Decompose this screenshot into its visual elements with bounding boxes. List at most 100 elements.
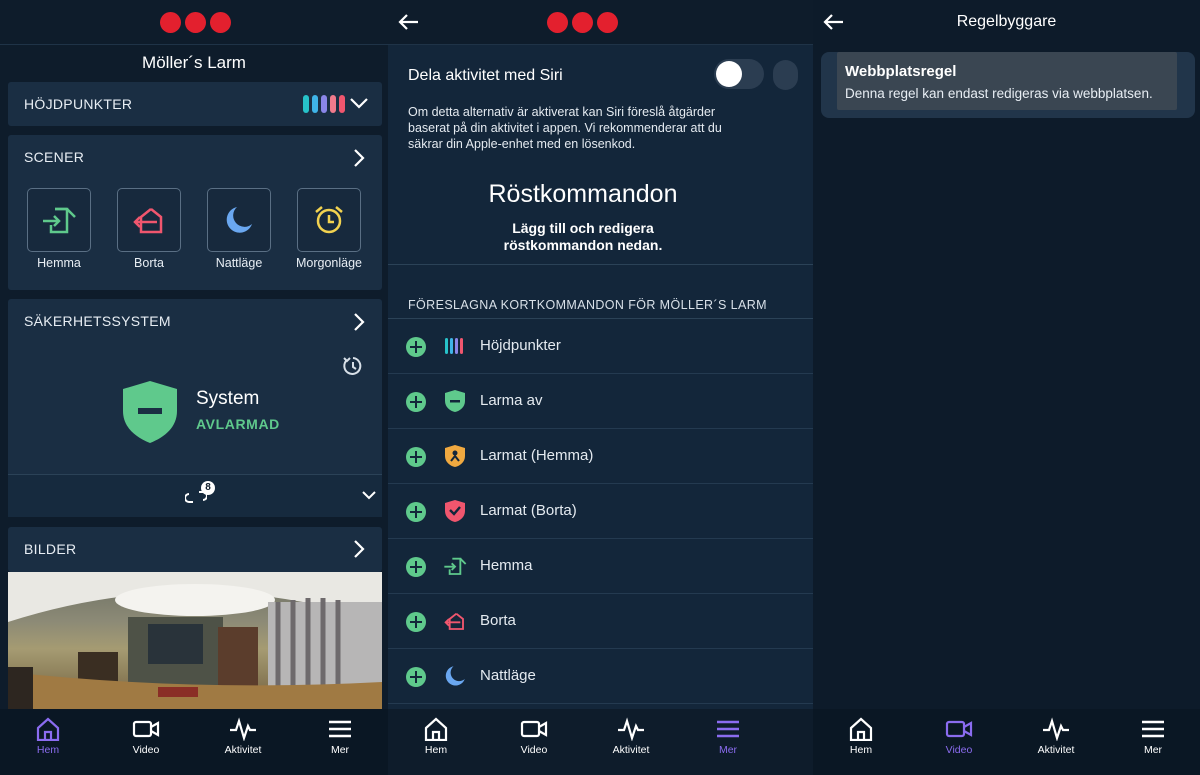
system-state: AVLARMAD: [196, 416, 280, 432]
scene-label: Nattläge: [215, 256, 263, 270]
tab-video[interactable]: Video: [499, 717, 569, 756]
tab-mer[interactable]: Mer: [305, 717, 375, 756]
scene-borta-button[interactable]: Borta: [117, 188, 181, 270]
top-bar: [388, 0, 813, 45]
security-card: SÄKERHETSSYSTEM System AVLARMAD 8: [8, 299, 382, 517]
shortcut-row[interactable]: Hemma: [388, 539, 813, 594]
scene-nattlage-button[interactable]: Nattläge: [207, 188, 271, 270]
tab-bar: Hem Video Aktivitet Mer: [813, 709, 1200, 775]
brand-logo: [547, 12, 618, 33]
activity-icon: [230, 717, 256, 741]
shortcut-row[interactable]: Nattläge: [388, 649, 813, 704]
chevron-down-icon[interactable]: [350, 97, 368, 109]
alarm-clock-icon: [297, 188, 361, 252]
add-icon[interactable]: [406, 557, 426, 577]
rule-card[interactable]: Webbplatsregel Denna regel kan endast re…: [821, 52, 1195, 118]
shield-away-icon: [445, 500, 465, 522]
add-icon[interactable]: [406, 667, 426, 687]
security-label: SÄKERHETSSYSTEM: [24, 313, 171, 329]
shield-disarm-icon: [123, 381, 177, 443]
tab-hem[interactable]: Hem: [13, 717, 83, 756]
rule-builder-screen: Regelbyggare Webbplatsregel Denna regel …: [813, 0, 1200, 775]
highlights-icon: [445, 338, 463, 354]
divider: [388, 264, 813, 265]
history-icon[interactable]: [342, 355, 364, 377]
shortcut-row[interactable]: Larma av: [388, 374, 813, 429]
voice-commands-title: Röstkommandon: [488, 180, 678, 208]
scenes-label: SCENER: [24, 149, 85, 165]
tab-mer[interactable]: Mer: [1118, 717, 1188, 756]
home-leave-icon: [444, 612, 464, 630]
highlights-card[interactable]: HÖJDPUNKTER: [8, 82, 382, 126]
rule-description: Denna regel kan endast redigeras via web…: [845, 86, 1153, 101]
home-leave-icon: [117, 188, 181, 252]
back-arrow-icon[interactable]: [396, 8, 424, 36]
tab-aktivitet[interactable]: Aktivitet: [596, 717, 666, 756]
activity-icon: [1043, 717, 1069, 741]
tab-video[interactable]: Video: [924, 717, 994, 756]
tab-bar: Hem Video Aktivitet Mer: [0, 709, 388, 775]
siri-toggle[interactable]: [714, 59, 764, 89]
linked-devices-row[interactable]: 8: [8, 475, 382, 517]
images-label: BILDER: [24, 541, 77, 557]
video-icon: [132, 720, 160, 738]
menu-icon: [329, 720, 351, 738]
tab-bar: Hem Video Aktivitet Mer: [388, 709, 813, 775]
scene-label: Hemma: [37, 256, 81, 270]
page-title: Regelbyggare: [956, 13, 1057, 30]
images-card[interactable]: BILDER: [8, 527, 382, 572]
brand-logo: [160, 12, 231, 33]
link-count-badge: 8: [201, 481, 215, 495]
home-icon: [424, 717, 448, 741]
home-icon: [36, 717, 60, 741]
video-icon: [945, 720, 973, 738]
menu-icon: [717, 720, 739, 738]
siri-settings-screen: Dela aktivitet med Siri Om detta alterna…: [388, 0, 813, 775]
moon-icon: [207, 188, 271, 252]
chevron-right-icon[interactable]: [352, 149, 366, 167]
chevron-right-icon[interactable]: [352, 540, 366, 558]
add-icon[interactable]: [406, 447, 426, 467]
shield-home-icon: [445, 445, 465, 467]
tab-video[interactable]: Video: [111, 717, 181, 756]
home-screen: Möller´s Larm HÖJDPUNKTER SCENER Hemma B…: [0, 0, 388, 775]
shield-disarm-icon: [445, 390, 465, 412]
chevron-right-icon[interactable]: [352, 313, 366, 331]
scene-morgonlage-button[interactable]: Morgonläge: [296, 188, 362, 270]
home-icon: [849, 717, 873, 741]
highlights-label: HÖJDPUNKTER: [24, 96, 133, 112]
shortcut-row[interactable]: Borta: [388, 594, 813, 649]
camera-snapshot[interactable]: [8, 572, 382, 712]
shortcut-row[interactable]: Larmat (Borta): [388, 484, 813, 539]
top-bar: Regelbyggare: [813, 0, 1200, 45]
scenes-card: SCENER Hemma Borta Nattläge Morgonläge: [8, 135, 382, 290]
home-arrive-icon: [27, 188, 91, 252]
add-icon[interactable]: [406, 392, 426, 412]
tab-aktivitet[interactable]: Aktivitet: [208, 717, 278, 756]
highlights-icon: [303, 95, 345, 113]
rule-info-box: Webbplatsregel Denna regel kan endast re…: [837, 52, 1177, 110]
scene-label: Morgonläge: [295, 256, 362, 270]
activity-icon: [618, 717, 644, 741]
tab-hem[interactable]: Hem: [401, 717, 471, 756]
tab-aktivitet[interactable]: Aktivitet: [1021, 717, 1091, 756]
siri-toggle-label: Dela aktivitet med Siri: [408, 67, 563, 84]
page-title: Möller´s Larm: [142, 53, 246, 72]
moon-icon: [445, 666, 465, 686]
shortcut-row[interactable]: Larmat (Hemma): [388, 429, 813, 484]
top-bar: [0, 0, 388, 45]
chevron-down-icon[interactable]: [362, 491, 376, 500]
shortcut-row[interactable]: Höjdpunkter: [388, 319, 813, 374]
video-icon: [520, 720, 548, 738]
add-icon[interactable]: [406, 612, 426, 632]
rule-title: Webbplatsregel: [845, 63, 957, 80]
system-name: System: [196, 388, 260, 409]
add-icon[interactable]: [406, 502, 426, 522]
scroll-edge: [773, 60, 813, 260]
scene-hemma-button[interactable]: Hemma: [27, 188, 91, 270]
add-icon[interactable]: [406, 337, 426, 357]
tab-hem[interactable]: Hem: [826, 717, 896, 756]
siri-description: Om detta alternativ är aktiverat kan Sir…: [408, 105, 722, 151]
tab-mer[interactable]: Mer: [693, 717, 763, 756]
shortcuts-section-caption: FÖRESLAGNA KORTKOMMANDON FÖR MÖLLER´S LA…: [408, 298, 767, 312]
